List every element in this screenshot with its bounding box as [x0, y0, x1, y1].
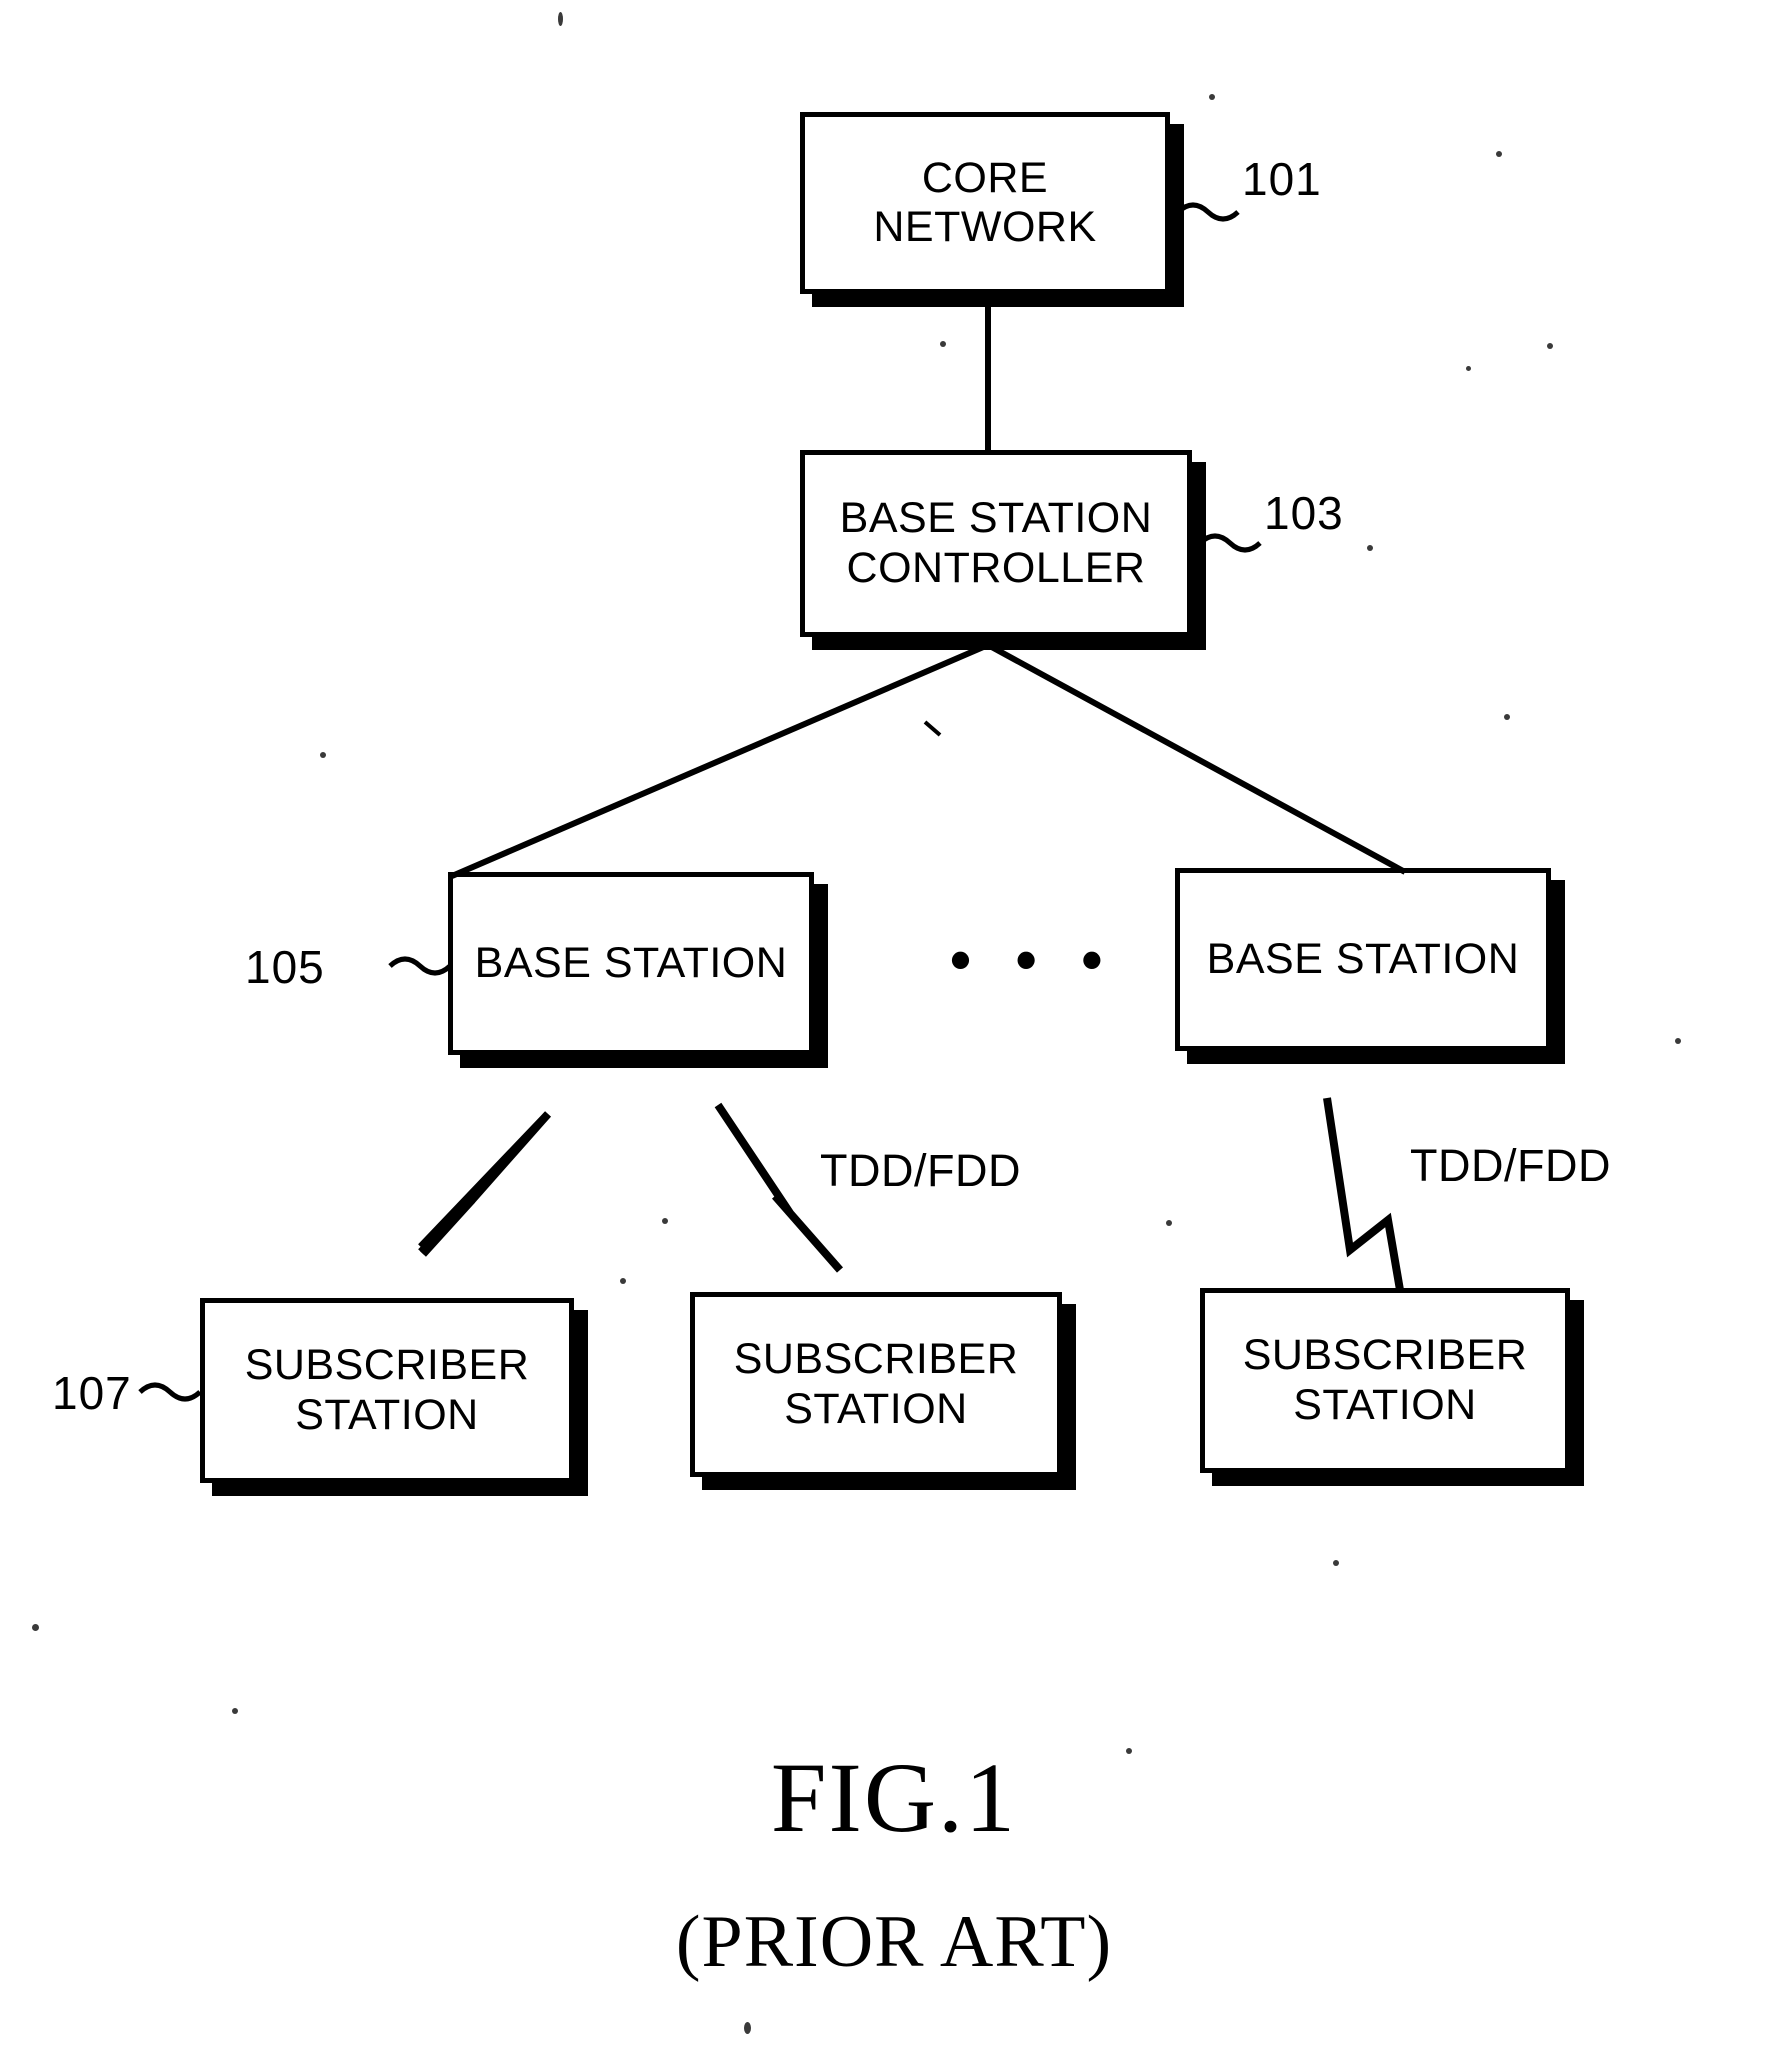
- node-base-station-right[interactable]: BASE STATION: [1175, 868, 1551, 1051]
- patent-figure-page: CORE NETWORK 101 BASE STATION CONTROLLER…: [0, 0, 1788, 2054]
- base-station-left-label: BASE STATION: [474, 938, 788, 987]
- ref-number-101: 101: [1242, 153, 1322, 205]
- base-station-right-label: BASE STATION: [1206, 934, 1520, 983]
- node-subscriber-station-middle[interactable]: SUBSCRIBER STATION: [690, 1292, 1062, 1477]
- link-bsc-to-bs-left: [450, 642, 990, 879]
- node-base-station-left[interactable]: BASE STATION: [448, 872, 814, 1055]
- subscriber-station-right-label: SUBSCRIBER STATION: [1242, 1331, 1528, 1429]
- scan-speck: [1333, 1560, 1339, 1566]
- node-subscriber-station-left[interactable]: SUBSCRIBER STATION: [200, 1298, 574, 1483]
- scan-speck: [232, 1708, 238, 1714]
- base-station-ellipsis: • • •: [950, 926, 1117, 993]
- figure-subtitle: (PRIOR ART): [675, 1901, 1113, 1983]
- scan-speck: [1504, 714, 1510, 720]
- link-bsc-to-bs-right: [986, 642, 1407, 875]
- link-label-tdd-fdd-right: TDD/FDD: [1410, 1140, 1611, 1191]
- scan-speck: [1547, 343, 1553, 349]
- scan-speck: [620, 1278, 626, 1284]
- scan-speck: [1466, 366, 1471, 371]
- ref-number-107: 107: [52, 1367, 132, 1419]
- scan-speck: [1166, 1220, 1172, 1226]
- scan-speck: [940, 341, 946, 347]
- scan-speck: [1496, 151, 1502, 157]
- core-network-label: CORE NETWORK: [873, 153, 1097, 251]
- link-label-tdd-fdd-middle: TDD/FDD: [820, 1145, 1021, 1196]
- ref-number-105: 105: [245, 941, 325, 993]
- leader-101: [1176, 202, 1240, 222]
- subscriber-station-middle-label: SUBSCRIBER STATION: [733, 1335, 1019, 1433]
- radio-link-bolt-left: [418, 1111, 551, 1257]
- scan-artifact-tick: [923, 720, 942, 737]
- scan-speck: [320, 752, 326, 758]
- figure-title: FIG.1: [770, 1742, 1018, 1853]
- node-base-station-controller[interactable]: BASE STATION CONTROLLER: [800, 450, 1192, 637]
- scan-speck: [744, 2022, 751, 2034]
- leader-105: [388, 956, 452, 976]
- leader-103: [1198, 533, 1262, 553]
- subscriber-station-left-label: SUBSCRIBER STATION: [244, 1341, 530, 1439]
- node-subscriber-station-right[interactable]: SUBSCRIBER STATION: [1200, 1288, 1570, 1473]
- scan-speck: [1367, 545, 1373, 551]
- radio-link-bolt-left-b: [418, 1111, 551, 1255]
- scan-speck: [662, 1218, 668, 1224]
- leader-107: [138, 1382, 202, 1402]
- base-station-controller-label: BASE STATION CONTROLLER: [839, 494, 1153, 592]
- scan-speck: [558, 12, 563, 26]
- scan-speck: [1675, 1038, 1681, 1044]
- node-core-network[interactable]: CORE NETWORK: [800, 112, 1170, 294]
- scan-speck: [1209, 94, 1215, 100]
- scan-speck: [32, 1624, 39, 1631]
- radio-link-bolt-right: [1323, 1097, 1404, 1291]
- ref-number-103: 103: [1264, 487, 1344, 539]
